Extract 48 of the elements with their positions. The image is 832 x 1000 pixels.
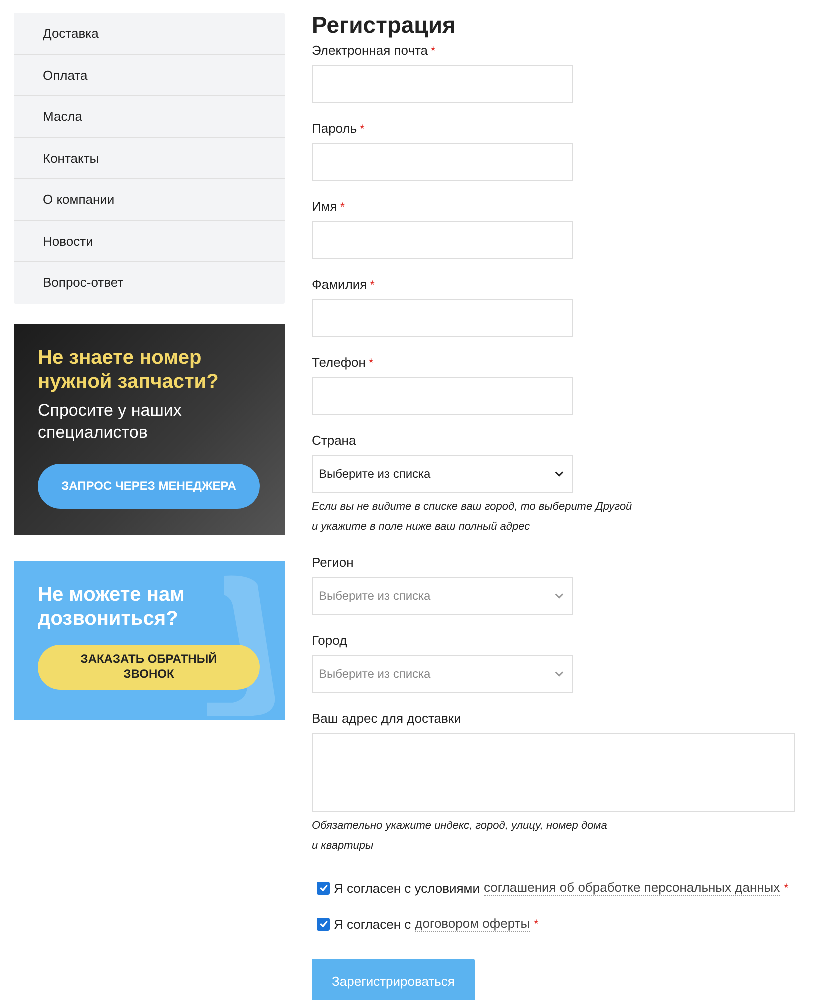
consent-text: Я согласен с условиями bbox=[334, 880, 480, 896]
hint-text: Обязательно укажите индекс, город, улицу, номер дома bbox=[312, 819, 608, 834]
checkbox[interactable] bbox=[317, 882, 330, 894]
banner-subtitle: Спросите у наших специалистов bbox=[38, 400, 183, 444]
required-mark: * bbox=[340, 200, 345, 214]
field-label: Регион bbox=[312, 555, 354, 570]
select-field[interactable]: Выберите из списка bbox=[312, 455, 573, 493]
hint-text: и укажите в поле ниже ваш полный адрес bbox=[312, 520, 532, 535]
field-label: Город bbox=[312, 633, 348, 648]
input-field[interactable] bbox=[312, 143, 573, 181]
required-mark: * bbox=[784, 881, 789, 895]
required-mark: * bbox=[368, 356, 374, 370]
consent-text: Я согласен с bbox=[334, 916, 412, 932]
field-label: Электронная почта bbox=[312, 43, 428, 58]
required-mark: * bbox=[360, 122, 365, 136]
input-field[interactable] bbox=[312, 65, 573, 103]
hint-text: и квартиры bbox=[312, 839, 375, 854]
menu-item[interactable]: О компании bbox=[14, 179, 285, 220]
field-label: Пароль bbox=[312, 121, 358, 136]
banner-title: Не можете нам дозвониться? bbox=[38, 582, 186, 630]
required-mark: * bbox=[370, 278, 375, 292]
consent-link[interactable]: договором оферты bbox=[415, 916, 530, 932]
address-field[interactable] bbox=[312, 733, 795, 812]
menu-item[interactable]: Контакты bbox=[14, 138, 285, 179]
menu-item[interactable]: Оплата bbox=[14, 54, 285, 96]
menu-item[interactable]: Новости bbox=[14, 220, 285, 262]
page-title: Регистрация bbox=[312, 13, 457, 37]
callback-button[interactable]: ЗАКАЗАТЬ ОБРАТНЫЙ ЗВОНОК bbox=[38, 644, 260, 690]
field-label: Имя bbox=[312, 199, 338, 214]
menu-item[interactable]: Масла bbox=[14, 96, 285, 138]
input-field[interactable] bbox=[312, 377, 573, 415]
hint-text: Если вы не видите в списке ваш город, то выберите Другой bbox=[312, 500, 634, 515]
chevron-down-icon bbox=[555, 471, 564, 477]
chevron-down-icon bbox=[555, 593, 564, 599]
menu-item[interactable]: Вопрос-ответ bbox=[14, 262, 285, 304]
consent-link[interactable]: соглашения об обработке персональных данных bbox=[484, 880, 780, 896]
field-label: Телефон bbox=[312, 355, 366, 370]
field-label: Ваш адрес для доставки bbox=[312, 711, 462, 726]
banner-title: Не знаете номер нужной запчасти? bbox=[38, 346, 220, 394]
chevron-down-icon bbox=[555, 671, 564, 677]
required-mark: * bbox=[431, 44, 436, 58]
input-field[interactable] bbox=[312, 299, 573, 337]
input-field[interactable] bbox=[312, 221, 573, 259]
field-label: Страна bbox=[312, 433, 356, 448]
menu-item[interactable]: Доставка bbox=[14, 13, 285, 54]
required-mark: * bbox=[534, 917, 539, 931]
field-label: Фамилия bbox=[312, 277, 368, 292]
checkbox[interactable] bbox=[317, 918, 330, 930]
